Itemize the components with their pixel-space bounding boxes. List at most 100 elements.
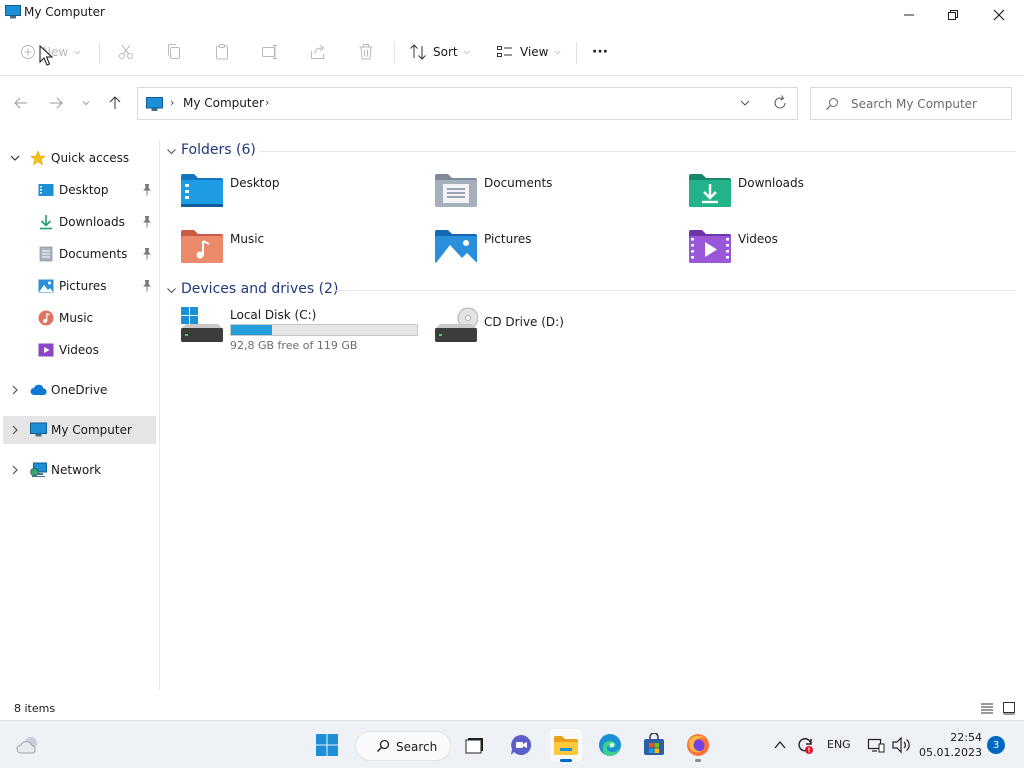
desktop-icon	[38, 184, 54, 196]
microsoft-store-button[interactable]	[638, 729, 670, 761]
sidebar-item-my-computer[interactable]: My Computer	[3, 416, 156, 444]
folder-documents[interactable]: Documents	[434, 170, 674, 214]
drive-cd-d[interactable]: CD Drive (D:)	[434, 306, 674, 354]
pin-icon[interactable]	[141, 215, 153, 229]
breadcrumb-separator-icon[interactable]: ›	[265, 96, 269, 109]
address-history-chevron-icon[interactable]	[738, 96, 752, 110]
minimize-button[interactable]	[886, 0, 932, 30]
copy-icon	[168, 44, 180, 59]
notification-count-badge[interactable]: 3	[987, 736, 1005, 754]
folder-videos[interactable]: Videos	[688, 226, 928, 270]
pin-icon[interactable]	[141, 279, 153, 293]
search-input[interactable]: Search My Computer	[851, 97, 977, 111]
network-icon	[30, 462, 47, 477]
forward-button[interactable]	[45, 92, 67, 114]
sort-button[interactable]: Sort ⌵	[409, 38, 470, 66]
details-view-icon[interactable]	[980, 701, 994, 715]
folder-downloads[interactable]: Downloads	[688, 170, 928, 214]
sidebar-item-downloads[interactable]: Downloads	[0, 208, 156, 236]
drives-group-header[interactable]: Devices and drives (2)	[166, 280, 1016, 300]
refresh-icon[interactable]	[772, 94, 788, 112]
back-button[interactable]	[10, 92, 32, 114]
file-explorer-taskbar-button[interactable]	[550, 729, 582, 762]
edge-button[interactable]	[594, 729, 626, 761]
scissors-icon	[119, 44, 133, 59]
more-options-button[interactable]: ···	[592, 38, 608, 66]
start-button[interactable]	[311, 729, 343, 761]
sidebar-item-quick-access[interactable]: Quick access	[0, 144, 156, 172]
active-app-indicator	[560, 759, 572, 762]
weather-widget-button[interactable]	[12, 729, 44, 761]
expand-chevron-down-icon[interactable]	[9, 152, 21, 164]
running-app-indicator	[695, 759, 701, 762]
show-hidden-icons-chevron-icon[interactable]	[774, 739, 786, 751]
taskbar-search-button[interactable]: Search	[355, 731, 451, 761]
copy-button[interactable]	[165, 38, 183, 66]
collapse-chevron-down-icon[interactable]	[166, 146, 177, 157]
sidebar-item-desktop[interactable]: Desktop	[0, 176, 156, 204]
network-status-icon[interactable]	[867, 736, 885, 754]
sidebar-item-label: Documents	[59, 247, 128, 261]
store-icon	[644, 733, 664, 755]
drive-local-disk-c[interactable]: Local Disk (C:) 92,8 GB free of 119 GB	[180, 306, 420, 354]
search-box[interactable]: Search My Computer	[810, 87, 1012, 120]
large-icons-view-icon[interactable]	[1002, 701, 1016, 715]
folders-heading: Folders (6)	[181, 142, 256, 158]
chevron-down-icon: ⌵	[463, 47, 470, 56]
sidebar-item-music[interactable]: Music	[0, 304, 156, 332]
chat-button[interactable]	[505, 729, 537, 761]
drive-label: Local Disk (C:)	[230, 308, 317, 322]
sidebar-item-documents[interactable]: Documents	[0, 240, 156, 268]
sidebar-item-videos[interactable]: Videos	[0, 336, 156, 364]
navigation-pane: Quick access Desktop Downloads Documents…	[0, 140, 160, 690]
folders-group-header[interactable]: Folders (6)	[166, 141, 1016, 161]
expand-chevron-right-icon[interactable]	[9, 464, 21, 476]
search-icon	[376, 739, 390, 753]
address-bar[interactable]: › My Computer ›	[137, 87, 798, 120]
folder-desktop[interactable]: Desktop	[180, 170, 420, 214]
update-sync-icon[interactable]	[795, 735, 815, 755]
folder-label: Desktop	[230, 176, 280, 190]
clock[interactable]: 22:54 05.01.2023	[916, 730, 982, 760]
folder-music[interactable]: Music	[180, 226, 420, 270]
restore-button[interactable]	[930, 0, 976, 30]
folder-pictures[interactable]: Pictures	[434, 226, 674, 270]
recent-locations-button[interactable]	[75, 92, 97, 114]
volume-icon[interactable]	[891, 736, 911, 754]
firefox-button[interactable]	[682, 729, 714, 762]
drive-usage-fill	[231, 325, 272, 335]
drive-usage-bar	[230, 324, 418, 336]
sidebar-item-onedrive[interactable]: OneDrive	[0, 376, 156, 404]
close-button[interactable]	[976, 0, 1022, 30]
rename-button[interactable]	[261, 38, 279, 66]
paste-button[interactable]	[213, 38, 231, 66]
more-icon: ···	[592, 44, 608, 60]
documents-folder-icon	[435, 174, 477, 207]
expand-chevron-right-icon[interactable]	[9, 384, 21, 396]
up-button[interactable]	[104, 92, 126, 114]
arrow-up-icon	[109, 96, 121, 109]
firefox-browser-icon	[687, 734, 709, 756]
mouse-cursor-icon	[39, 45, 53, 66]
task-view-button[interactable]	[459, 729, 491, 761]
delete-button[interactable]	[357, 38, 375, 66]
taskbar: Search ENG 22:54 05.01.2023 3	[0, 720, 1024, 768]
breadcrumb-my-computer[interactable]: My Computer	[183, 96, 264, 110]
sidebar-item-network[interactable]: Network	[0, 456, 156, 484]
chevron-down-icon: ⌵	[74, 47, 81, 56]
folder-label: Documents	[484, 176, 553, 190]
pin-icon[interactable]	[141, 183, 153, 197]
sidebar-item-pictures[interactable]: Pictures	[0, 272, 156, 300]
sidebar-item-label: My Computer	[51, 423, 132, 437]
input-language-indicator[interactable]: ENG	[827, 738, 851, 751]
file-explorer-icon	[554, 736, 578, 755]
expand-chevron-right-icon[interactable]	[9, 424, 21, 436]
view-button[interactable]: View ⌵	[496, 38, 561, 66]
pin-icon[interactable]	[141, 247, 153, 261]
sidebar-item-label: Quick access	[51, 151, 130, 165]
cut-button[interactable]	[117, 38, 135, 66]
collapse-chevron-down-icon[interactable]	[166, 285, 177, 296]
trash-icon	[359, 44, 373, 60]
share-button[interactable]	[309, 38, 327, 66]
share-icon	[311, 44, 325, 59]
